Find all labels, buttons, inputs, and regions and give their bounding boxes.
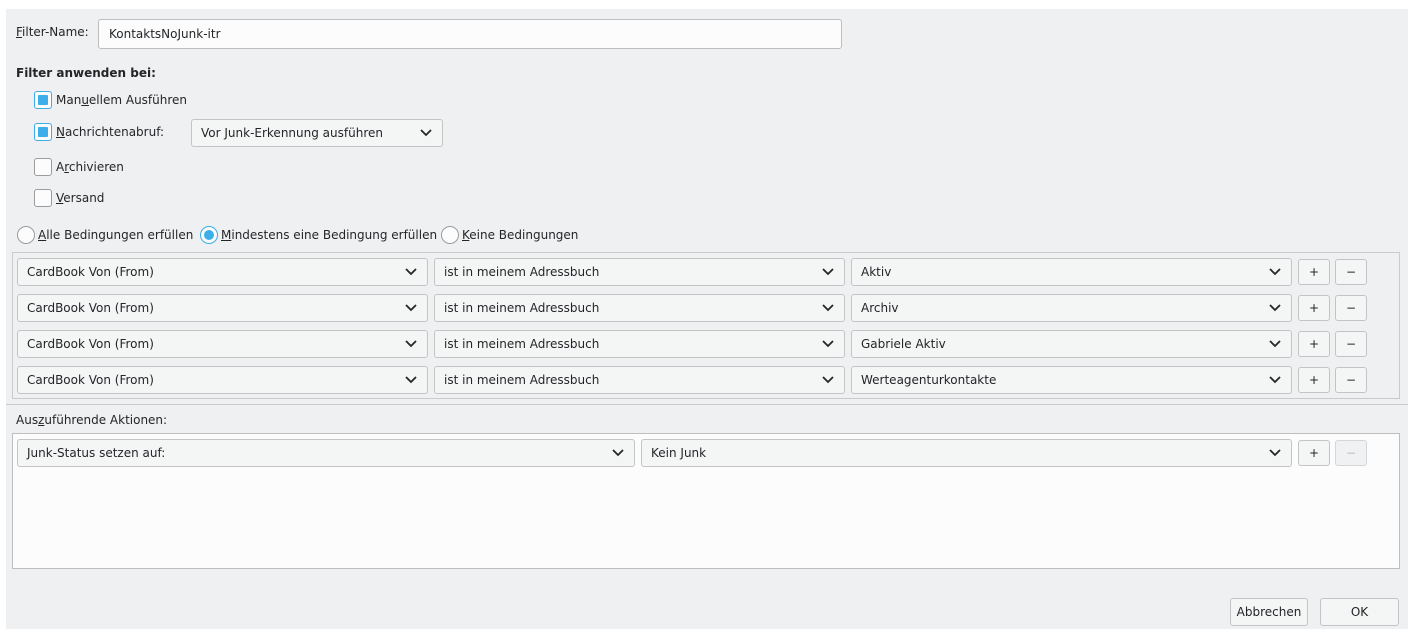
- add-condition-button[interactable]: +: [1298, 331, 1330, 357]
- condition-operator-select[interactable]: ist in meinem Adressbuch: [434, 258, 845, 286]
- condition-value-value: Gabriele Aktiv: [861, 337, 946, 351]
- match-any-label[interactable]: Mindestens eine Bedingung erfüllen: [221, 227, 437, 243]
- send-checkbox[interactable]: [34, 189, 52, 207]
- condition-field-value: CardBook Von (From): [27, 265, 154, 279]
- chevron-down-icon: [405, 304, 417, 312]
- chevron-down-icon: [1269, 449, 1281, 457]
- manual-run-checkbox[interactable]: [34, 91, 52, 109]
- condition-value-select[interactable]: Archiv: [851, 294, 1292, 322]
- condition-field-select[interactable]: CardBook Von (From): [17, 294, 428, 322]
- match-all-label[interactable]: Alle Bedingungen erfüllen: [38, 227, 193, 243]
- chevron-down-icon: [822, 268, 834, 276]
- add-condition-button[interactable]: +: [1298, 367, 1330, 393]
- actions-heading: Auszuführende Aktionen:: [16, 413, 168, 427]
- action-type-select[interactable]: Junk-Status setzen auf:: [17, 439, 635, 467]
- condition-field-select[interactable]: CardBook Von (From): [17, 330, 428, 358]
- chevron-down-icon: [405, 340, 417, 348]
- chevron-down-icon: [405, 376, 417, 384]
- match-none-label[interactable]: Keine Bedingungen: [462, 227, 578, 243]
- conditions-list: CardBook Von (From) ist in meinem Adress…: [12, 252, 1400, 399]
- condition-field-value: CardBook Von (From): [27, 301, 154, 315]
- chevron-down-icon: [1269, 376, 1281, 384]
- condition-operator-value: ist in meinem Adressbuch: [444, 265, 600, 279]
- remove-action-button[interactable]: −: [1335, 440, 1367, 466]
- apply-when-heading: Filter anwenden bei:: [16, 66, 156, 80]
- archive-checkbox[interactable]: [34, 158, 52, 176]
- condition-value-value: Aktiv: [861, 265, 892, 279]
- condition-operator-value: ist in meinem Adressbuch: [444, 301, 600, 315]
- fetch-timing-select[interactable]: Vor Junk-Erkennung ausführen: [191, 119, 443, 147]
- manual-run-label[interactable]: Manuellem Ausführen: [56, 92, 187, 108]
- chevron-down-icon: [612, 449, 624, 457]
- filter-name-label: Filter-Name:: [16, 25, 89, 39]
- filter-name-input[interactable]: KontaktsNoJunk-itr: [98, 19, 842, 49]
- chevron-down-icon: [405, 268, 417, 276]
- remove-condition-button[interactable]: −: [1335, 367, 1367, 393]
- condition-operator-select[interactable]: ist in meinem Adressbuch: [434, 330, 845, 358]
- action-type-value: Junk-Status setzen auf:: [27, 446, 166, 460]
- condition-field-value: CardBook Von (From): [27, 337, 154, 351]
- action-value-select[interactable]: Kein Junk: [641, 439, 1292, 467]
- match-all-radio[interactable]: [17, 226, 35, 244]
- section-divider: [6, 404, 1408, 405]
- condition-field-select[interactable]: CardBook Von (From): [17, 258, 428, 286]
- condition-operator-select[interactable]: ist in meinem Adressbuch: [434, 294, 845, 322]
- match-none-radio[interactable]: [441, 226, 459, 244]
- action-value-value: Kein Junk: [651, 446, 707, 460]
- chevron-down-icon: [1269, 340, 1281, 348]
- add-condition-button[interactable]: +: [1298, 259, 1330, 285]
- add-condition-button[interactable]: +: [1298, 295, 1330, 321]
- chevron-down-icon: [420, 129, 432, 137]
- condition-operator-value: ist in meinem Adressbuch: [444, 337, 600, 351]
- remove-condition-button[interactable]: −: [1335, 331, 1367, 357]
- condition-value-select[interactable]: Aktiv: [851, 258, 1292, 286]
- chevron-down-icon: [822, 376, 834, 384]
- fetch-checkbox[interactable]: [34, 123, 52, 141]
- remove-condition-button[interactable]: −: [1335, 259, 1367, 285]
- send-label[interactable]: Versand: [56, 190, 104, 206]
- chevron-down-icon: [822, 304, 834, 312]
- add-action-button[interactable]: +: [1298, 440, 1330, 466]
- fetch-timing-value: Vor Junk-Erkennung ausführen: [201, 126, 383, 140]
- match-any-radio[interactable]: [200, 226, 218, 244]
- remove-condition-button[interactable]: −: [1335, 295, 1367, 321]
- chevron-down-icon: [822, 340, 834, 348]
- ok-button[interactable]: OK: [1320, 598, 1399, 626]
- fetch-label[interactable]: Nachrichtenabruf:: [56, 124, 164, 140]
- condition-value-value: Werteagenturkontakte: [861, 373, 997, 387]
- condition-field-value: CardBook Von (From): [27, 373, 154, 387]
- condition-operator-select[interactable]: ist in meinem Adressbuch: [434, 366, 845, 394]
- archive-label[interactable]: Archivieren: [56, 159, 124, 175]
- actions-list: Junk-Status setzen auf: Kein Junk + −: [12, 433, 1400, 569]
- cancel-button[interactable]: Abbrechen: [1230, 598, 1308, 626]
- condition-value-select[interactable]: Werteagenturkontakte: [851, 366, 1292, 394]
- condition-value-value: Archiv: [861, 301, 899, 315]
- condition-field-select[interactable]: CardBook Von (From): [17, 366, 428, 394]
- condition-operator-value: ist in meinem Adressbuch: [444, 373, 600, 387]
- condition-value-select[interactable]: Gabriele Aktiv: [851, 330, 1292, 358]
- filter-dialog: Filter-Name: KontaktsNoJunk-itr Filter a…: [6, 9, 1408, 629]
- chevron-down-icon: [1269, 268, 1281, 276]
- chevron-down-icon: [1269, 304, 1281, 312]
